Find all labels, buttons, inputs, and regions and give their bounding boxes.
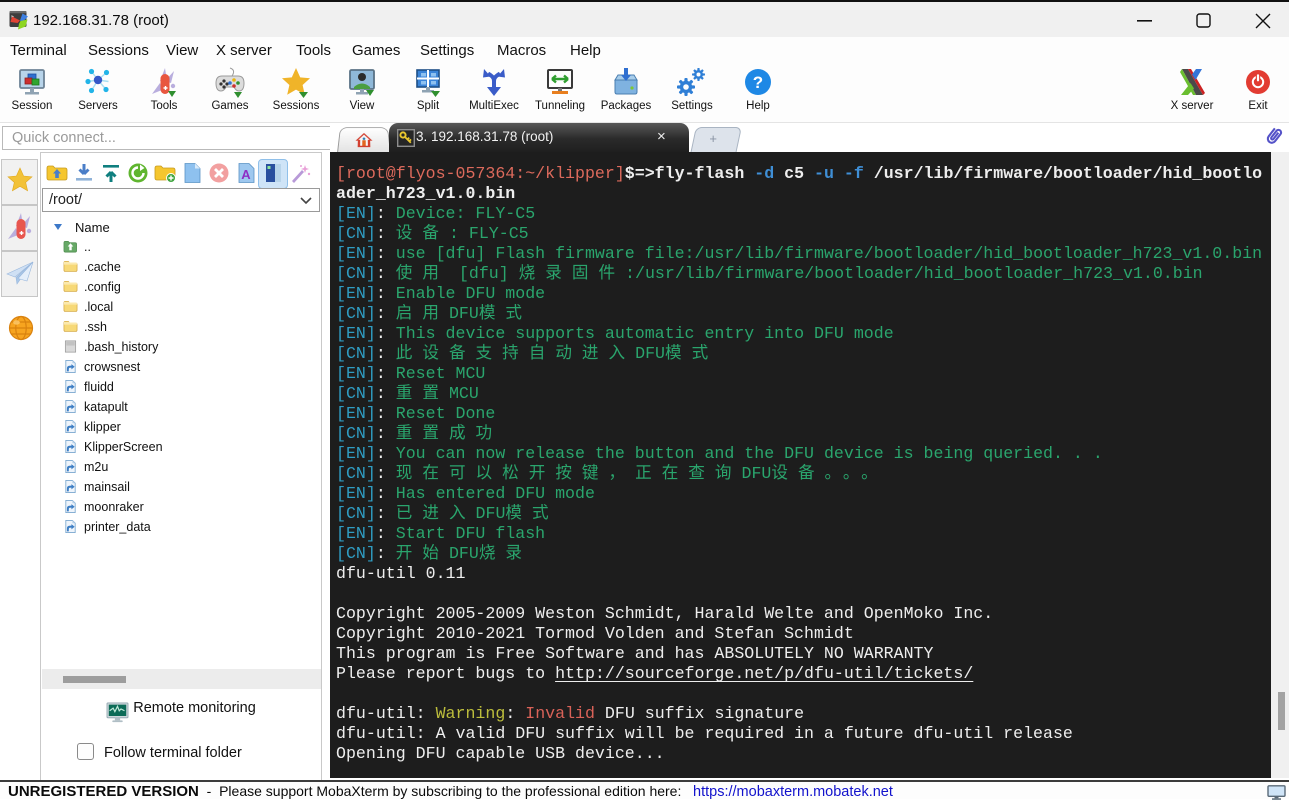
svg-text:?: ? [753, 73, 763, 92]
svg-text:A: A [241, 167, 251, 182]
